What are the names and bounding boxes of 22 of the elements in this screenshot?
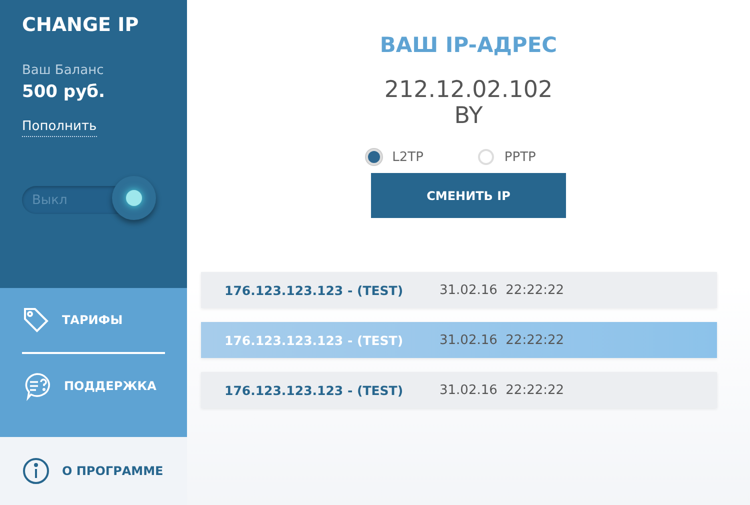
info-icon xyxy=(22,457,50,485)
history-row[interactable]: 176.123.123.123 - (TEST) 31.02.16 22:22:22 xyxy=(200,272,716,308)
history-row[interactable]: 176.123.123.123 - (TEST) 31.02.16 22:22:22 xyxy=(200,322,716,358)
protocol-radio[interactable]: PPTP xyxy=(478,149,536,165)
tag-icon xyxy=(22,306,50,334)
timestamp: 31.02.16 22:22:22 xyxy=(440,332,564,348)
ip-entry: 176.123.123.123 - (TEST) xyxy=(224,382,404,398)
country-code: BY xyxy=(454,103,483,129)
balance-amount: 500 руб. xyxy=(22,82,106,102)
ip-address: 212.12.02.102 xyxy=(384,77,553,103)
ip-entry: 176.123.123.123 - (TEST) xyxy=(224,332,404,348)
protocol-radio[interactable]: L2TP xyxy=(366,149,424,165)
timestamp: 31.02.16 22:22:22 xyxy=(440,382,564,398)
top-up-link[interactable]: Пополнить xyxy=(22,119,97,137)
nav-item[interactable]: О ПРОГРАММЕ xyxy=(0,437,187,505)
timestamp: 31.02.16 22:22:22 xyxy=(440,282,564,298)
balance-label: Ваш Баланс xyxy=(22,63,105,78)
change-ip-button[interactable]: СМЕНИТЬ IP xyxy=(371,173,566,218)
ip-entry: 176.123.123.123 - (TEST) xyxy=(224,282,404,298)
app-title: CHANGE IP xyxy=(22,14,140,36)
history-row[interactable]: 176.123.123.123 - (TEST) 31.02.16 22:22:22 xyxy=(200,372,716,408)
ip-heading: ВАШ IP-АДРЕС xyxy=(380,33,558,57)
